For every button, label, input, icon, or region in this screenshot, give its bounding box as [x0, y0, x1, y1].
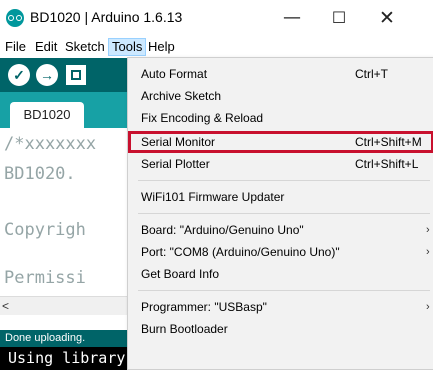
menu-item-label: Fix Encoding & Reload — [141, 111, 264, 125]
submenu-arrow-icon: › — [426, 246, 430, 258]
menu-item-label: Archive Sketch — [141, 89, 222, 103]
submenu-arrow-icon: › — [426, 224, 430, 236]
submenu-arrow-icon: › — [426, 301, 430, 313]
menu-help[interactable]: Help — [145, 38, 178, 56]
menu-item-label: Serial Plotter — [141, 157, 210, 171]
menu-item-fix-encoding[interactable]: Fix Encoding & Reload — [128, 107, 433, 129]
menu-item-serial-plotter[interactable]: Serial Plotter Ctrl+Shift+L — [128, 153, 433, 175]
menu-item-label: Serial Monitor — [141, 135, 216, 149]
code-line: BD1020. — [4, 164, 76, 184]
menu-item-programmer[interactable]: Programmer: "USBasp" › — [128, 296, 433, 318]
menu-item-get-board-info[interactable]: Get Board Info — [128, 263, 433, 285]
code-line: Permissi — [4, 268, 86, 288]
menu-item-label: WiFi101 Firmware Updater — [141, 190, 285, 204]
menu-item-label: Get Board Info — [141, 267, 220, 281]
menu-item-shortcut: Ctrl+T — [355, 67, 388, 81]
code-line: /*xxxxxxx — [4, 134, 97, 154]
menu-item-burn-bootloader[interactable]: Burn Bootloader — [128, 318, 433, 340]
verify-icon[interactable]: ✓ — [8, 64, 30, 86]
menu-item-board[interactable]: Board: "Arduino/Genuino Uno" › — [128, 219, 433, 241]
window-title: BD1020 | Arduino 1.6.13 — [30, 9, 183, 25]
arduino-logo-icon — [6, 9, 24, 27]
menu-item-label: Board: "Arduino/Genuino Uno" — [141, 223, 304, 237]
menu-edit[interactable]: Edit — [32, 38, 60, 56]
tools-menu: Auto Format Ctrl+T Archive Sketch Fix En… — [127, 57, 433, 370]
scroll-left-icon[interactable]: < — [2, 297, 9, 315]
menu-separator — [138, 290, 430, 291]
tab-bd1020[interactable]: BD1020 — [10, 102, 84, 128]
upload-icon[interactable]: → — [36, 64, 58, 86]
menu-item-label: Port: "COM8 (Arduino/Genuino Uno)" — [141, 245, 340, 259]
menu-item-shortcut: Ctrl+Shift+L — [355, 157, 419, 171]
close-button[interactable]: ✕ — [364, 2, 410, 34]
menu-sketch[interactable]: Sketch — [62, 38, 108, 56]
menu-separator — [138, 180, 430, 181]
menu-item-shortcut: Ctrl+Shift+M — [355, 135, 422, 149]
menu-item-label: Programmer: "USBasp" — [141, 300, 267, 314]
menu-item-label: Burn Bootloader — [141, 322, 228, 336]
code-line: Copyrigh — [4, 220, 86, 240]
menu-file[interactable]: File — [2, 38, 29, 56]
minimize-button[interactable]: — — [269, 2, 315, 34]
menu-bar: File Edit Sketch Tools Help — [0, 37, 433, 57]
title-bar: BD1020 | Arduino 1.6.13 — ☐ ✕ — [0, 0, 433, 36]
menu-item-wifi101-updater[interactable]: WiFi101 Firmware Updater — [128, 186, 433, 208]
menu-separator — [138, 213, 430, 214]
menu-item-label: Auto Format — [141, 67, 208, 81]
menu-item-serial-monitor[interactable]: Serial Monitor Ctrl+Shift+M — [128, 131, 433, 153]
new-icon[interactable] — [66, 65, 86, 85]
menu-item-port[interactable]: Port: "COM8 (Arduino/Genuino Uno)" › — [128, 241, 433, 263]
menu-tools[interactable]: Tools — [108, 38, 147, 56]
menu-item-auto-format[interactable]: Auto Format Ctrl+T — [128, 63, 433, 85]
menu-item-archive-sketch[interactable]: Archive Sketch — [128, 85, 433, 107]
maximize-button[interactable]: ☐ — [316, 2, 362, 34]
